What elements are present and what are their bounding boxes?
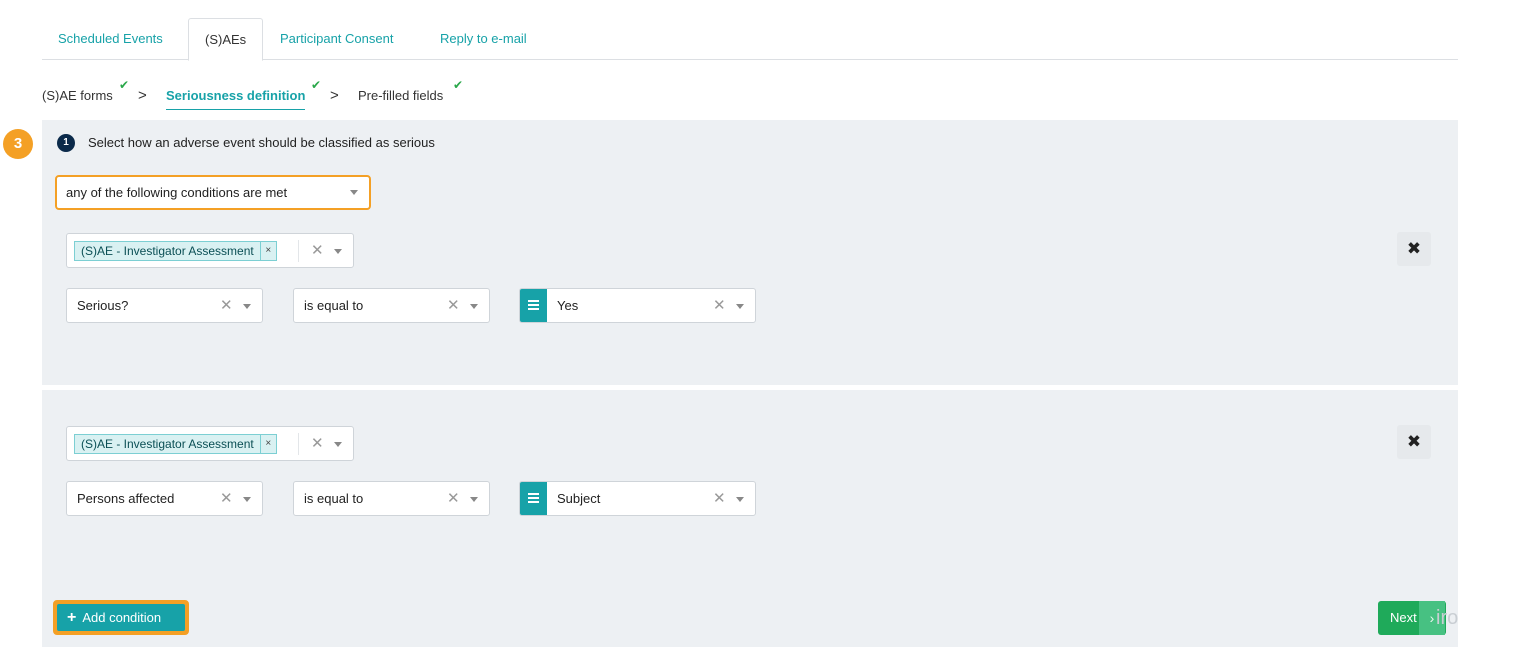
chevron-down-icon[interactable]: [334, 442, 342, 447]
chevron-down-icon[interactable]: [470, 304, 478, 309]
clear-icon[interactable]: ✕: [713, 298, 726, 314]
plus-icon: +: [67, 609, 77, 626]
chevron-down-icon: [350, 190, 358, 195]
add-condition-inner: + Add condition: [57, 604, 185, 631]
tutorial-step-badge: 3: [3, 129, 33, 159]
field-select[interactable]: Persons affected ✕: [66, 481, 263, 516]
condition-panel-2: (S)AE - Investigator Assessment × ✕ ✖ Pe…: [42, 390, 1458, 647]
match-mode-select[interactable]: any of the following conditions are met: [55, 175, 371, 210]
tab-scheduled-events[interactable]: Scheduled Events: [42, 18, 179, 60]
step-number: 1: [57, 134, 75, 152]
watermark: iro: [1436, 607, 1459, 629]
form-tag: (S)AE - Investigator Assessment ×: [74, 241, 277, 261]
tab-bar: Scheduled Events (S)AEs Participant Cons…: [42, 18, 1458, 61]
list-icon: [520, 289, 547, 322]
operator-select-value: is equal to: [304, 491, 364, 506]
field-select[interactable]: Serious? ✕: [66, 288, 263, 323]
value-select[interactable]: Subject ✕: [519, 481, 756, 516]
add-condition-button[interactable]: + Add condition: [53, 600, 189, 635]
value-select-value: Subject: [557, 491, 601, 506]
check-icon: ✔: [311, 78, 322, 92]
form-multiselect[interactable]: (S)AE - Investigator Assessment × ✕: [66, 426, 354, 461]
divider: [298, 433, 299, 455]
chevron-right-icon: >: [330, 87, 339, 104]
chevron-down-icon[interactable]: [243, 497, 251, 502]
operator-select[interactable]: is equal to ✕: [293, 481, 490, 516]
clear-icon[interactable]: ✕: [713, 491, 726, 507]
operator-select[interactable]: is equal to ✕: [293, 288, 490, 323]
list-icon: [520, 482, 547, 515]
delete-condition-button[interactable]: ✖: [1397, 425, 1431, 459]
chevron-down-icon[interactable]: [736, 497, 744, 502]
tab-reply-to-email[interactable]: Reply to e-mail: [424, 18, 543, 60]
clear-icon[interactable]: ✕: [311, 243, 324, 259]
tag-remove-icon[interactable]: ×: [259, 242, 276, 260]
tab-saes[interactable]: (S)AEs: [188, 18, 264, 61]
operator-select-value: is equal to: [304, 298, 364, 313]
chevron-down-icon[interactable]: [470, 497, 478, 502]
value-select[interactable]: Yes ✕: [519, 288, 756, 323]
clear-icon[interactable]: ✕: [447, 298, 460, 314]
form-multiselect[interactable]: (S)AE - Investigator Assessment × ✕: [66, 233, 354, 268]
value-select-value: Yes: [557, 298, 579, 313]
breadcrumb-sae-forms[interactable]: (S)AE forms: [42, 82, 113, 110]
add-condition-label: Add condition: [82, 610, 162, 625]
breadcrumb-seriousness-definition[interactable]: Seriousness definition: [166, 82, 306, 110]
tag-remove-icon[interactable]: ×: [259, 435, 276, 453]
match-mode-value: any of the following conditions are met: [66, 185, 288, 200]
chevron-down-icon[interactable]: [736, 304, 744, 309]
chevron-down-icon[interactable]: [334, 249, 342, 254]
field-select-value: Persons affected: [77, 491, 175, 506]
form-tag-label: (S)AE - Investigator Assessment: [81, 244, 254, 258]
delete-condition-button[interactable]: ✖: [1397, 232, 1431, 266]
check-icon: ✔: [453, 78, 464, 92]
breadcrumb-pre-filled-fields[interactable]: Pre-filled fields: [358, 82, 443, 110]
form-tag: (S)AE - Investigator Assessment ×: [74, 434, 277, 454]
field-select-value: Serious?: [77, 298, 129, 313]
chevron-down-icon[interactable]: [243, 304, 251, 309]
clear-icon[interactable]: ✕: [447, 491, 460, 507]
check-icon: ✔: [119, 78, 130, 92]
condition-panel-1: 1 Select how an adverse event should be …: [42, 120, 1458, 385]
chevron-right-icon: >: [138, 87, 147, 104]
clear-icon[interactable]: ✕: [220, 298, 233, 314]
divider: [298, 240, 299, 262]
clear-icon[interactable]: ✕: [311, 436, 324, 452]
instruction-text: Select how an adverse event should be cl…: [88, 135, 435, 150]
form-tag-label: (S)AE - Investigator Assessment: [81, 437, 254, 451]
clear-icon[interactable]: ✕: [220, 491, 233, 507]
tab-participant-consent[interactable]: Participant Consent: [264, 18, 409, 60]
